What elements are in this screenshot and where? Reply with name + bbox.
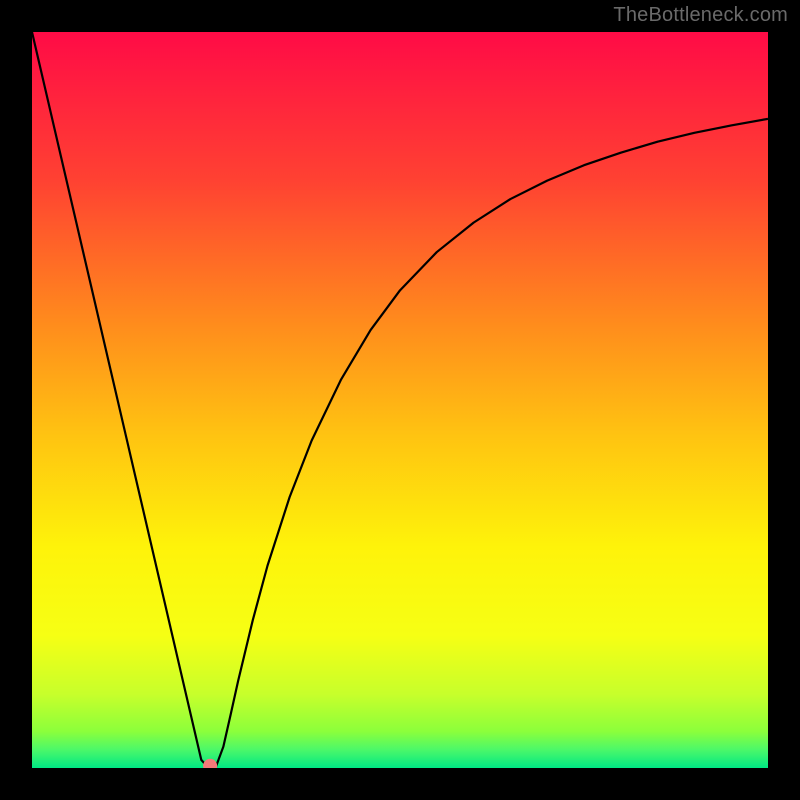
watermark-text: TheBottleneck.com — [613, 4, 788, 27]
optimal-point-marker — [203, 759, 217, 768]
chart-frame: TheBottleneck.com — [0, 0, 800, 800]
plot-area — [32, 32, 768, 768]
bottleneck-curve — [32, 32, 768, 768]
curve-layer — [32, 32, 768, 768]
